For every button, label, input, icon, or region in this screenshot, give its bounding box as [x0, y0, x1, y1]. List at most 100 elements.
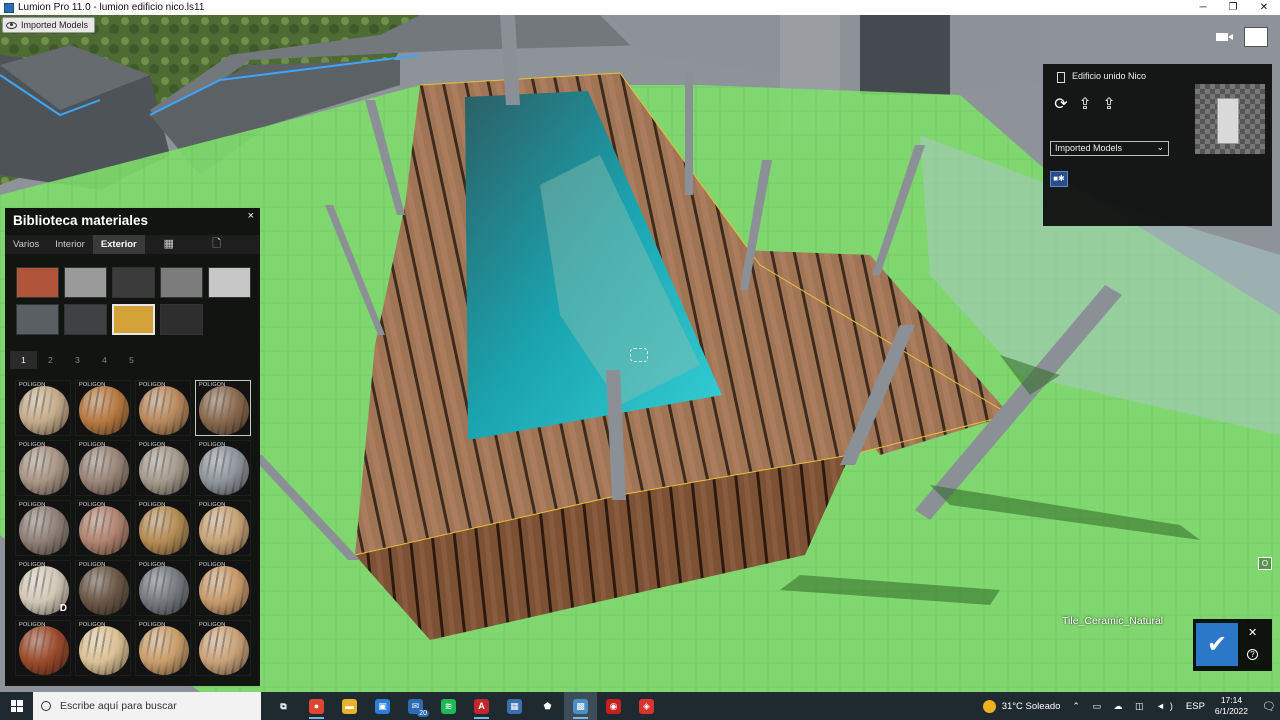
material-chip[interactable]: ■✱: [1050, 171, 1068, 187]
confirm-button[interactable]: ✔: [1196, 623, 1238, 666]
material-swatch[interactable]: POLIGON: [195, 560, 251, 616]
language-indicator[interactable]: ESP: [1186, 701, 1205, 712]
material-category-sandstone[interactable]: [112, 304, 155, 335]
taskbar-app-calculator[interactable]: ▦: [498, 692, 531, 720]
material-swatch[interactable]: POLIGON: [75, 500, 131, 556]
material-sphere: [199, 446, 249, 495]
material-sphere: [19, 386, 69, 435]
material-swatch[interactable]: POLIGON: [135, 620, 191, 676]
poliigon-tag: POLIGON: [199, 562, 226, 568]
tray-icons[interactable]: ⌃ ▭ ☁ ◫ ◄): [1072, 701, 1177, 712]
taskbar-app-mail[interactable]: ✉ 20: [399, 692, 432, 720]
grid-icon[interactable]: ▦: [155, 235, 183, 254]
material-swatch[interactable]: POLIGON: [135, 440, 191, 496]
taskbar-app-task-view[interactable]: ⧉: [267, 692, 300, 720]
material-swatch[interactable]: POLIGON D: [15, 560, 71, 616]
material-swatch[interactable]: POLIGON: [15, 380, 71, 436]
material-category-metal-dark[interactable]: [112, 267, 155, 298]
file-icon[interactable]: 🗋: [203, 235, 231, 254]
close-icon[interactable]: ×: [248, 210, 254, 222]
material-swatch[interactable]: POLIGON: [75, 620, 131, 676]
page-tab-5[interactable]: 5: [118, 351, 145, 369]
refresh-icon[interactable]: ⟳: [1053, 94, 1069, 114]
material-swatch[interactable]: POLIGON: [75, 440, 131, 496]
material-sphere: [79, 566, 129, 615]
notifications-icon[interactable]: 🗨: [1258, 692, 1280, 720]
taskbar-app-file-explorer[interactable]: ▬: [333, 692, 366, 720]
poliigon-tag: POLIGON: [139, 502, 166, 508]
page-tab-4[interactable]: 4: [91, 351, 118, 369]
minimize-button[interactable]: ─: [1188, 0, 1218, 15]
material-swatch[interactable]: POLIGON: [195, 440, 251, 496]
material-swatch[interactable]: POLIGON: [195, 620, 251, 676]
page-tab-1[interactable]: 1: [10, 351, 37, 369]
material-swatch[interactable]: POLIGON: [135, 380, 191, 436]
zoom-toggle-button[interactable]: O: [1258, 557, 1272, 570]
mail-badge: 20: [417, 710, 429, 717]
tab-interior[interactable]: Interior: [47, 235, 93, 254]
file-explorer-icon: ▬: [342, 698, 357, 714]
help-button[interactable]: ?: [1247, 649, 1258, 660]
taskbar-app-autocad[interactable]: A: [465, 692, 498, 720]
weather-text[interactable]: 31°C Soleado: [1002, 701, 1061, 712]
material-category-roof-tile[interactable]: [16, 304, 59, 335]
taskbar-app-app-red-1[interactable]: ◉: [597, 692, 630, 720]
poliigon-tag: POLIGON: [139, 382, 166, 388]
tab-exterior[interactable]: Exterior: [92, 235, 145, 254]
screenshot-preview-button[interactable]: [1244, 27, 1268, 47]
material-category-plaster[interactable]: [208, 267, 251, 298]
task-view-icon: ⧉: [280, 700, 287, 711]
material-category-concrete[interactable]: [64, 267, 107, 298]
material-swatch[interactable]: POLIGON: [135, 500, 191, 556]
material-swatch[interactable]: POLIGON: [195, 500, 251, 556]
material-sphere: [199, 566, 249, 615]
material-swatch[interactable]: POLIGON: [15, 440, 71, 496]
windows-taskbar: Escribe aquí para buscar ⧉ ● ▬ ▣ ✉ 20 ≋ A ▦ ⬟ ▩ ◉ ◈ …: [0, 692, 1280, 720]
tab-varios[interactable]: Varios: [5, 235, 47, 254]
lumion-app-icon: [4, 2, 14, 13]
material-swatch[interactable]: POLIGON: [75, 560, 131, 616]
material-category-diamond-plate[interactable]: [160, 267, 203, 298]
clock-date: 6/1/2022: [1214, 706, 1248, 716]
material-sphere: [19, 506, 69, 555]
taskbar-app-store[interactable]: ▣: [366, 692, 399, 720]
building-preview: [1217, 98, 1239, 144]
taskbar-app-spotify[interactable]: ≋: [432, 692, 465, 720]
page-tab-3[interactable]: 3: [64, 351, 91, 369]
material-category-granite[interactable]: [64, 304, 107, 335]
close-window-button[interactable]: ✕: [1249, 0, 1279, 15]
poliigon-tag: POLIGON: [79, 622, 106, 628]
taskbar-app-app-red-2[interactable]: ◈: [630, 692, 663, 720]
material-swatch[interactable]: POLIGON: [75, 380, 131, 436]
clock[interactable]: 17:14 6/1/2022: [1215, 695, 1248, 717]
material-swatch[interactable]: POLIGON: [15, 620, 71, 676]
imported-models-toggle[interactable]: Imported Models: [2, 17, 96, 33]
poliigon-tag: POLIGON: [19, 502, 46, 508]
maximize-button[interactable]: ❐: [1218, 0, 1248, 15]
taskbar-app-security[interactable]: ⬟: [531, 692, 564, 720]
material-swatch[interactable]: POLIGON: [135, 560, 191, 616]
material-swatch[interactable]: POLIGON: [195, 380, 251, 436]
poliigon-tag: POLIGON: [199, 502, 226, 508]
export-icon[interactable]: ⇪: [1101, 94, 1117, 114]
document-icon: [1057, 72, 1065, 83]
windows-icon: [10, 700, 23, 712]
material-category-asphalt[interactable]: [160, 304, 203, 335]
poliigon-tag: POLIGON: [79, 442, 106, 448]
material-category-brick[interactable]: [16, 267, 59, 298]
material-sphere: [139, 506, 189, 555]
category-select[interactable]: Imported Models ⌄: [1050, 141, 1169, 156]
page-tab-2[interactable]: 2: [37, 351, 64, 369]
start-button[interactable]: [0, 692, 33, 720]
import-icon[interactable]: ⇪: [1077, 94, 1093, 114]
taskbar-app-lumion[interactable]: ▩: [564, 692, 597, 720]
poliigon-tag: POLIGON: [19, 622, 46, 628]
material-swatch[interactable]: POLIGON: [15, 500, 71, 556]
autocad-icon: A: [474, 698, 489, 714]
window-title: Lumion Pro 11.0 - lumion edificio nico.l…: [18, 2, 205, 13]
taskbar-search[interactable]: Escribe aquí para buscar: [33, 692, 261, 720]
taskbar-app-chrome[interactable]: ●: [300, 692, 333, 720]
selected-material-name: Tile_Ceramic_Natural: [1062, 615, 1164, 627]
cancel-button[interactable]: ✕: [1248, 626, 1257, 639]
camera-icon[interactable]: [1216, 31, 1234, 43]
